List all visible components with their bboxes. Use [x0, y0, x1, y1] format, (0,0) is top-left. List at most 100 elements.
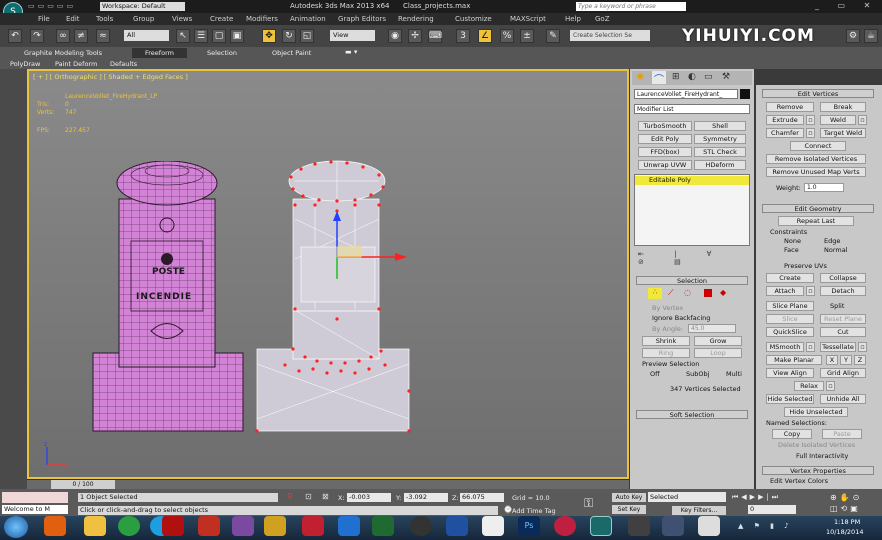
keyboard-shortcut-icon[interactable]: ⌨: [428, 29, 442, 43]
planar-x-button[interactable]: X: [826, 355, 838, 365]
bind-icon[interactable]: ≈: [96, 29, 110, 43]
select-by-name-icon[interactable]: ☰: [194, 29, 208, 43]
explorer-taskbar-icon[interactable]: [84, 516, 106, 536]
quickslice-button[interactable]: QuickSlice: [766, 327, 814, 337]
scale-icon[interactable]: ◱: [300, 29, 314, 43]
chamfer-settings-icon[interactable]: ▫: [806, 128, 815, 138]
preview-off-radio[interactable]: Off: [650, 370, 660, 378]
relax-settings-icon[interactable]: ▫: [826, 381, 835, 391]
modify-tab-icon[interactable]: ⌒: [652, 71, 666, 86]
symmetry-button[interactable]: Symmetry: [694, 134, 746, 144]
constraint-none-radio[interactable]: None: [784, 237, 801, 245]
render-setup-icon[interactable]: ⚙: [846, 29, 860, 43]
maxscript-listener[interactable]: Welcome to M: [2, 505, 68, 514]
3dsmax-taskbar-icon[interactable]: [590, 516, 612, 536]
app-taskbar-icon-11[interactable]: [662, 516, 684, 536]
motion-tab-icon[interactable]: ◐: [688, 72, 696, 82]
detach-button[interactable]: Detach: [820, 286, 866, 296]
reference-coord-dropdown[interactable]: View: [330, 30, 375, 41]
extrude-button[interactable]: Extrude: [766, 115, 804, 125]
app-taskbar-icon-8[interactable]: [482, 516, 504, 536]
edit-named-sel-icon[interactable]: ✎: [546, 29, 560, 43]
ribbon-tab-graphite[interactable]: Graphite Modeling Tools: [24, 49, 102, 57]
absolute-mode-icon[interactable]: ⊠: [322, 492, 329, 501]
taskbar-date[interactable]: 10/18/2014: [826, 528, 863, 536]
polygon-mode-icon[interactable]: [704, 289, 712, 297]
hydrant-editpoly-mesh[interactable]: [255, 159, 415, 434]
ribbon-options-icon[interactable]: ▬ ▾: [345, 48, 357, 56]
ignore-backfacing-checkbox[interactable]: Ignore Backfacing: [652, 314, 710, 322]
undo-icon[interactable]: ↶: [8, 29, 22, 43]
photoshop-taskbar-icon[interactable]: Ps: [518, 516, 540, 536]
create-button[interactable]: Create: [766, 273, 814, 283]
edit-geometry-rollout[interactable]: Edit Geometry: [762, 204, 874, 213]
window-crossing-icon[interactable]: ▣: [230, 29, 244, 43]
stl-check-button[interactable]: STL Check: [694, 147, 746, 157]
select-manipulate-icon[interactable]: ✢: [408, 29, 422, 43]
maxscript-mini[interactable]: [2, 492, 68, 503]
unlink-icon[interactable]: ≠: [74, 29, 88, 43]
menu-modifiers[interactable]: Modifiers: [246, 15, 278, 23]
time-slider-handle[interactable]: 0 / 100: [51, 480, 115, 489]
ffd-box-button[interactable]: FFD(box): [638, 147, 692, 157]
copy-button[interactable]: Copy: [772, 429, 812, 439]
planar-z-button[interactable]: Z: [854, 355, 866, 365]
viewport-label[interactable]: [ + ] [ Orthographic ] [ Shaded + Edged …: [33, 73, 188, 81]
border-mode-icon[interactable]: ◌: [684, 288, 691, 297]
turbosmooth-button[interactable]: TurboSmooth: [638, 121, 692, 131]
preview-multi-radio[interactable]: Multi: [726, 370, 742, 378]
menu-maxscript[interactable]: MAXScript: [510, 15, 546, 23]
app-taskbar-icon-4[interactable]: [302, 516, 324, 536]
viewport-nav-icons[interactable]: ⊕✋⊙ ◫⟲▣: [830, 492, 880, 514]
taskbar-clock[interactable]: 1:18 PM: [834, 518, 860, 526]
collapse-button[interactable]: Collapse: [820, 273, 866, 283]
menu-customize[interactable]: Customize: [455, 15, 492, 23]
full-interactivity-checkbox[interactable]: Full Interactivity: [796, 452, 848, 460]
search-input[interactable]: Type a keyword or phrase: [576, 2, 686, 11]
menu-rendering[interactable]: Rendering: [398, 15, 434, 23]
menu-help[interactable]: Help: [565, 15, 581, 23]
add-time-tag-button[interactable]: Add Time Tag: [512, 507, 556, 515]
stack-tools[interactable]: ⇤ | ∀ ⊘ ▤: [638, 250, 750, 266]
z-coordinate-field[interactable]: 66.075: [460, 493, 504, 502]
split-checkbox[interactable]: Split: [830, 302, 844, 310]
tessellate-settings-icon[interactable]: ▫: [858, 342, 867, 352]
edit-poly-button[interactable]: Edit Poly: [638, 134, 692, 144]
connect-button[interactable]: Connect: [790, 141, 846, 151]
app-taskbar-icon-3[interactable]: [264, 516, 286, 536]
msmooth-button[interactable]: MSmooth: [766, 342, 804, 352]
angle-snap-icon[interactable]: ∠: [478, 29, 492, 43]
by-angle-checkbox[interactable]: By Angle:: [652, 325, 683, 333]
rect-select-icon[interactable]: ▢: [212, 29, 226, 43]
hdeform-button[interactable]: HDeform (WSM): [694, 160, 746, 170]
target-weld-button[interactable]: Target Weld: [820, 128, 866, 138]
remove-unused-map-button[interactable]: Remove Unused Map Verts: [766, 167, 866, 177]
firefox-taskbar-icon[interactable]: [44, 516, 66, 536]
reset-plane-button[interactable]: Reset Plane: [820, 314, 866, 324]
auto-key-button[interactable]: Auto Key: [612, 493, 646, 502]
spinner-snap-icon[interactable]: ±: [520, 29, 534, 43]
app-taskbar-icon-1[interactable]: [198, 516, 220, 536]
selection-filter-dropdown[interactable]: All: [124, 30, 169, 41]
app-taskbar-icon-9[interactable]: [554, 516, 576, 536]
weld-button[interactable]: Weld: [820, 115, 856, 125]
vertex-mode-icon[interactable]: ∴: [648, 288, 662, 299]
named-selection-dropdown[interactable]: Create Selection Se: [570, 30, 650, 41]
relax-button[interactable]: Relax: [794, 381, 824, 391]
tessellate-button[interactable]: Tessellate: [820, 342, 856, 352]
ribbon-sub-polydraw[interactable]: PolyDraw: [10, 60, 40, 68]
window-controls[interactable]: _ ▭ ✕: [815, 1, 880, 11]
percent-snap-icon[interactable]: %: [500, 29, 514, 43]
app-taskbar-icon-7[interactable]: [446, 516, 468, 536]
viewport[interactable]: [ + ] [ Orthographic ] [ Shaded + Edged …: [27, 69, 629, 479]
select-object-icon[interactable]: ↖: [176, 29, 190, 43]
selection-rollout-header[interactable]: Selection: [636, 276, 748, 285]
remove-button[interactable]: Remove: [766, 102, 814, 112]
current-frame-field[interactable]: 0: [748, 505, 796, 514]
lock-icon[interactable]: ⚲: [287, 492, 293, 501]
quick-access-icons[interactable]: ▭▭▭▭▭: [28, 2, 88, 11]
app-taskbar-icon-2[interactable]: [232, 516, 254, 536]
set-key-button[interactable]: Set Key: [612, 505, 646, 514]
grow-button[interactable]: Grow: [694, 336, 742, 346]
create-tab-icon[interactable]: ✹: [636, 72, 644, 83]
